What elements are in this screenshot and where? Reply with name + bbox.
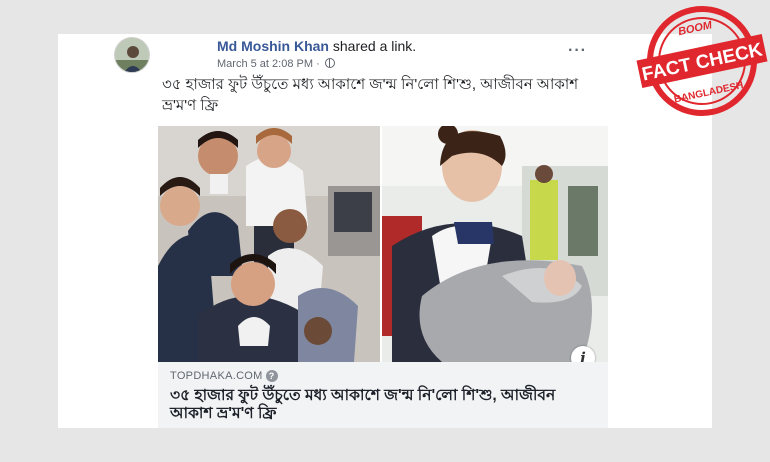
link-domain-text: TOPDHAKA.COM <box>170 370 263 382</box>
globe-icon <box>324 58 335 68</box>
link-domain: TOPDHAKA.COM? <box>170 370 278 382</box>
fact-check-badge: BOOM FACT CHECK BANGLADESH <box>636 2 768 120</box>
link-title[interactable]: ৩৫ হাজার ফুট উঁচুতে মধ্য আকাশে জ'ন্ম নি'… <box>170 387 600 423</box>
avatar[interactable] <box>114 37 150 73</box>
action-text: shared a link. <box>329 38 417 54</box>
post-header: Md Moshin Khan shared a link. <box>217 38 416 54</box>
post-text: ৩৫ হাজার ফুট উঁচুতে মধ্য আকাশে জ'ন্ম নি'… <box>162 76 579 114</box>
author-name[interactable]: Md Moshin Khan <box>217 38 329 54</box>
post-meta: March 5 at 2:08 PM · <box>217 58 335 70</box>
badge-main-text: FACT CHECK <box>640 39 764 85</box>
help-icon[interactable]: ? <box>265 370 278 382</box>
post-date[interactable]: March 5 at 2:08 PM <box>217 58 313 70</box>
photo-attendant-holding-baby[interactable] <box>382 126 608 362</box>
more-options-icon[interactable]: ··· <box>568 43 587 59</box>
meta-separator: · <box>316 58 320 70</box>
photo-crew-with-baby[interactable] <box>158 126 380 362</box>
